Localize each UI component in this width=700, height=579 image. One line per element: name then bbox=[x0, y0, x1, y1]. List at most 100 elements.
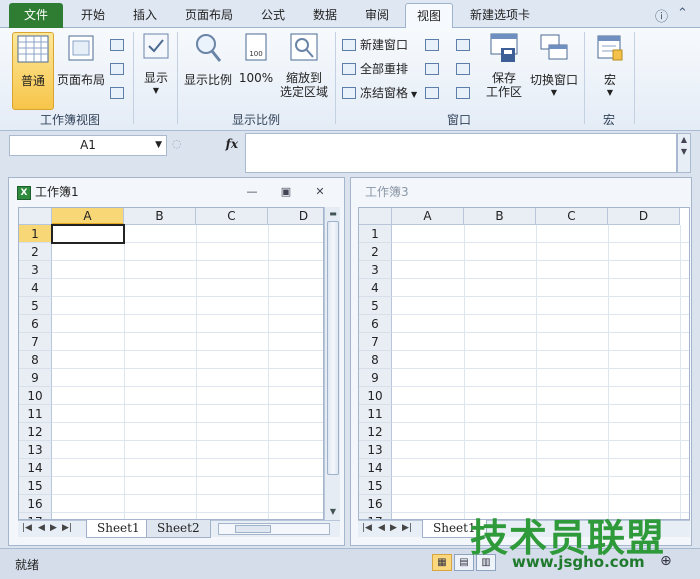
tab-page-layout[interactable]: 页面布局 bbox=[176, 3, 242, 28]
tab-file[interactable]: 文件 bbox=[9, 3, 63, 28]
first-sheet-icon[interactable]: |◀ bbox=[22, 523, 32, 533]
prev-sheet-icon[interactable]: ◀ bbox=[378, 523, 385, 533]
name-box[interactable]: A1 ▼ bbox=[9, 135, 167, 156]
row-header[interactable]: 3 bbox=[359, 261, 392, 279]
sheet-grid[interactable]: A B C D 1234567891011121314151617 bbox=[358, 207, 690, 520]
last-sheet-icon[interactable]: ▶| bbox=[402, 523, 412, 533]
formula-input[interactable] bbox=[245, 133, 677, 173]
row-header[interactable]: 17 bbox=[19, 513, 52, 519]
zoom-100-button[interactable]: 100 100% bbox=[238, 32, 274, 102]
column-header[interactable]: A bbox=[52, 208, 124, 225]
tab-insert[interactable]: 插入 bbox=[122, 3, 168, 28]
prev-sheet-icon[interactable]: ◀ bbox=[38, 523, 45, 533]
horizontal-scroll-thumb[interactable] bbox=[235, 525, 271, 533]
reset-window-position-button[interactable] bbox=[456, 84, 474, 102]
new-window-button[interactable]: 新建窗口 bbox=[342, 36, 408, 54]
sync-scroll-button[interactable] bbox=[456, 60, 474, 78]
vertical-scrollbar[interactable]: ▬ ▼ bbox=[324, 207, 340, 520]
row-header[interactable]: 13 bbox=[19, 441, 52, 459]
arrange-all-button[interactable]: 全部重排 bbox=[342, 60, 408, 78]
show-button[interactable]: 显示 ▼ bbox=[138, 32, 174, 102]
tab-review[interactable]: 审阅 bbox=[354, 3, 400, 28]
hide-button[interactable] bbox=[425, 60, 443, 78]
zoom-button[interactable]: 显示比例 bbox=[182, 32, 234, 102]
chevron-down-icon[interactable]: ▼ bbox=[155, 136, 162, 155]
row-header[interactable]: 16 bbox=[359, 495, 392, 513]
row-header[interactable]: 12 bbox=[19, 423, 52, 441]
view-side-by-side-button[interactable] bbox=[456, 36, 474, 54]
row-header[interactable]: 16 bbox=[19, 495, 52, 513]
active-cell[interactable] bbox=[51, 224, 125, 244]
tab-data[interactable]: 数据 bbox=[302, 3, 348, 28]
row-header[interactable]: 6 bbox=[19, 315, 52, 333]
column-header[interactable]: B bbox=[124, 208, 196, 225]
workbook-window-1[interactable]: X 工作簿1 — ▣ ✕ A B C D 1 2 3 4 5 6 7 8 9 10 11 12 13 14… bbox=[8, 177, 345, 546]
insert-function-button[interactable]: fx bbox=[226, 137, 238, 151]
help-icon[interactable]: ⓘ bbox=[655, 6, 668, 25]
last-sheet-icon[interactable]: ▶| bbox=[62, 523, 72, 533]
row-header[interactable]: 6 bbox=[359, 315, 392, 333]
row-header[interactable]: 10 bbox=[359, 387, 392, 405]
horizontal-scrollbar[interactable] bbox=[218, 523, 330, 535]
row-header[interactable]: 15 bbox=[19, 477, 52, 495]
row-header[interactable]: 8 bbox=[19, 351, 52, 369]
formula-bar-expand[interactable]: ▲ ▼ bbox=[677, 133, 691, 173]
row-header[interactable]: 3 bbox=[19, 261, 52, 279]
row-header[interactable]: 2 bbox=[19, 243, 52, 261]
page-layout-view-button[interactable]: 页面布局 bbox=[56, 32, 106, 110]
full-screen-button[interactable] bbox=[110, 84, 128, 102]
switch-windows-button[interactable]: 切换窗口 ▼ bbox=[528, 32, 580, 104]
tab-home[interactable]: 开始 bbox=[70, 3, 116, 28]
row-header[interactable]: 12 bbox=[359, 423, 392, 441]
column-header[interactable]: A bbox=[392, 208, 464, 225]
minimize-ribbon-icon[interactable]: ⌃ bbox=[677, 6, 688, 21]
sheet-tab[interactable]: Sheet1 bbox=[86, 520, 151, 538]
close-icon[interactable]: ✕ bbox=[311, 184, 329, 200]
row-header[interactable]: 10 bbox=[19, 387, 52, 405]
row-header[interactable]: 5 bbox=[359, 297, 392, 315]
row-header[interactable]: 7 bbox=[19, 333, 52, 351]
row-header[interactable]: 9 bbox=[19, 369, 52, 387]
select-all-corner[interactable] bbox=[359, 208, 392, 225]
tab-formulas[interactable]: 公式 bbox=[250, 3, 296, 28]
row-header[interactable]: 9 bbox=[359, 369, 392, 387]
select-all-corner[interactable] bbox=[19, 208, 52, 225]
save-workspace-button[interactable]: 保存 工作区 bbox=[482, 32, 526, 104]
row-header[interactable]: 8 bbox=[359, 351, 392, 369]
column-header[interactable]: D bbox=[268, 208, 323, 225]
custom-views-button[interactable] bbox=[110, 60, 128, 78]
row-header[interactable]: 7 bbox=[359, 333, 392, 351]
first-sheet-icon[interactable]: |◀ bbox=[362, 523, 372, 533]
normal-view-icon[interactable]: ▦ bbox=[432, 554, 452, 571]
workbook-title-bar[interactable]: 工作簿3 bbox=[351, 178, 691, 207]
row-header[interactable]: 17 bbox=[359, 513, 392, 519]
scroll-down-icon[interactable]: ▼ bbox=[326, 505, 340, 519]
next-sheet-icon[interactable]: ▶ bbox=[50, 523, 57, 533]
scroll-up-icon[interactable]: ▬ bbox=[326, 207, 340, 221]
row-header[interactable]: 1 bbox=[359, 225, 392, 243]
next-sheet-icon[interactable]: ▶ bbox=[390, 523, 397, 533]
sheet-tab[interactable]: Sheet2 bbox=[146, 520, 211, 538]
page-break-preview-button[interactable] bbox=[110, 36, 128, 54]
zoom-to-selection-button[interactable]: 缩放到 选定区域 bbox=[278, 32, 330, 102]
restore-icon[interactable]: ▣ bbox=[277, 184, 295, 200]
workbook-window-3[interactable]: 工作簿3 A B C D 1234567891011121314151617 |… bbox=[350, 177, 692, 546]
column-header[interactable]: B bbox=[464, 208, 536, 225]
scroll-thumb[interactable] bbox=[327, 221, 339, 475]
row-header[interactable]: 5 bbox=[19, 297, 52, 315]
tab-view[interactable]: 视图 bbox=[405, 3, 453, 29]
column-header[interactable]: C bbox=[536, 208, 608, 225]
row-header[interactable]: 11 bbox=[19, 405, 52, 423]
unhide-button[interactable] bbox=[425, 84, 443, 102]
row-header[interactable]: 1 bbox=[19, 225, 52, 243]
row-header[interactable]: 14 bbox=[359, 459, 392, 477]
column-header[interactable]: C bbox=[196, 208, 268, 225]
expand-icon[interactable]: ◌ bbox=[172, 137, 182, 150]
row-header[interactable]: 11 bbox=[359, 405, 392, 423]
row-header[interactable]: 2 bbox=[359, 243, 392, 261]
row-header[interactable]: 15 bbox=[359, 477, 392, 495]
column-header[interactable]: D bbox=[608, 208, 680, 225]
row-header[interactable]: 13 bbox=[359, 441, 392, 459]
row-header[interactable]: 4 bbox=[19, 279, 52, 297]
row-header[interactable]: 4 bbox=[359, 279, 392, 297]
